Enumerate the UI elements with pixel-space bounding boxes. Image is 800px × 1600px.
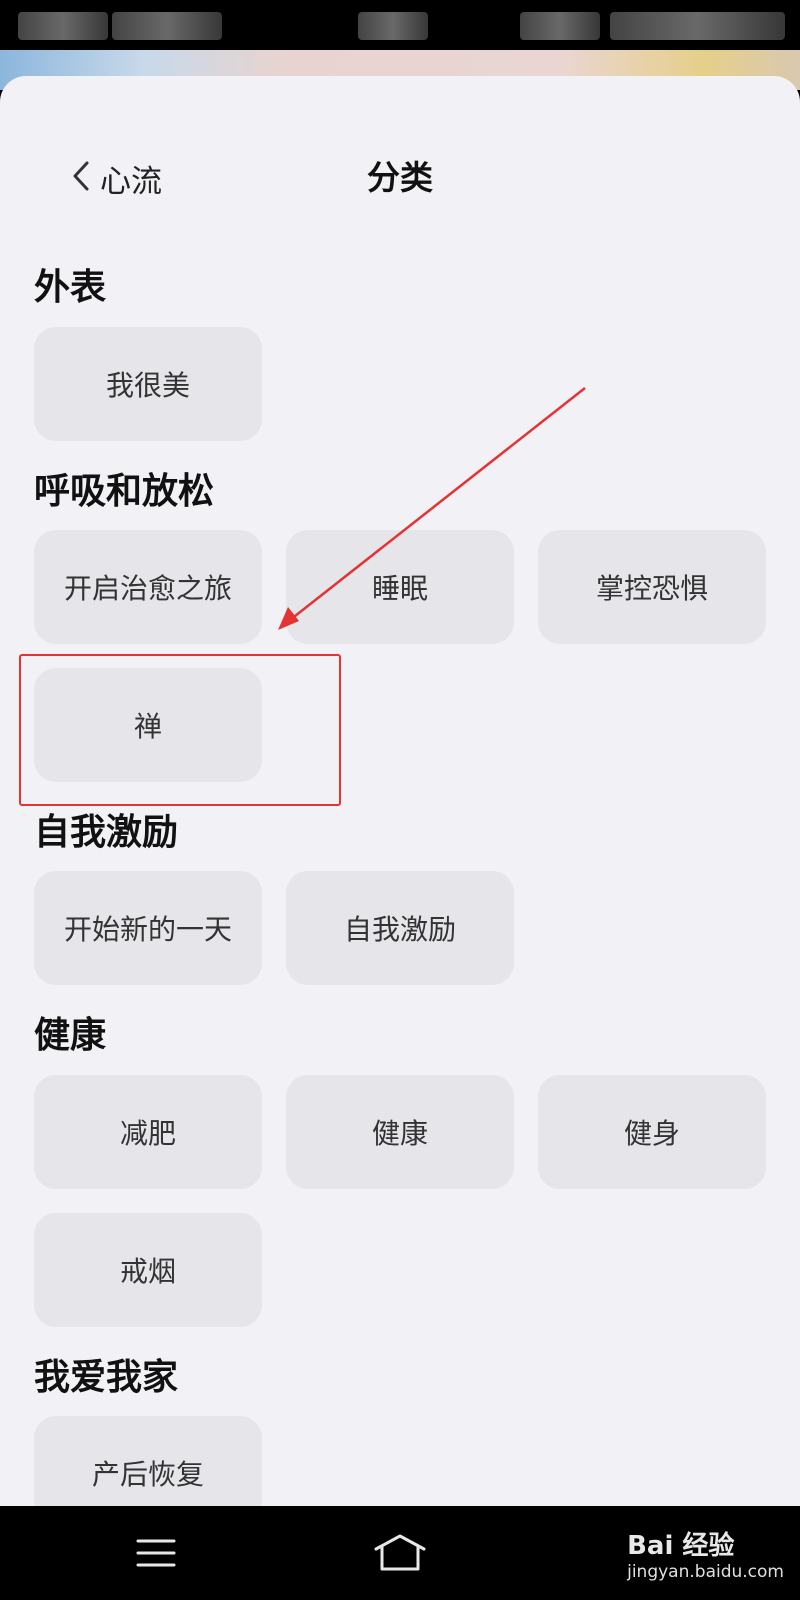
category-chip-zen[interactable]: 禅	[34, 668, 262, 782]
category-chip[interactable]: 减肥	[34, 1075, 262, 1189]
category-chip[interactable]: 自我激励	[286, 871, 514, 985]
section-title-health: 健康	[34, 1015, 107, 1056]
status-blur-right	[520, 12, 600, 40]
category-chip[interactable]: 掌控恐惧	[538, 530, 766, 644]
status-blur-left-2	[112, 12, 222, 40]
chevron-left-icon	[70, 160, 92, 196]
header: 心流 分类	[0, 148, 800, 208]
status-blur-left	[18, 12, 108, 40]
section-title-family: 我爱我家	[34, 1357, 179, 1398]
category-chip[interactable]: 戒烟	[34, 1213, 262, 1327]
category-chip[interactable]: 开始新的一天	[34, 871, 262, 985]
section-title-breathing: 呼吸和放松	[34, 471, 215, 512]
status-bar	[0, 0, 800, 56]
category-chip[interactable]: 健康	[286, 1075, 514, 1189]
section-title-appearance: 外表	[34, 267, 107, 308]
category-chip[interactable]: 开启治愈之旅	[34, 530, 262, 644]
section-title-motivation: 自我激励	[34, 812, 179, 853]
back-label: 心流	[100, 163, 162, 200]
navigation-bar	[0, 1506, 800, 1600]
menu-icon[interactable]	[126, 1526, 186, 1580]
category-chip[interactable]: 健身	[538, 1075, 766, 1189]
back-button[interactable]: 心流	[70, 148, 162, 208]
home-icon[interactable]	[370, 1526, 430, 1580]
status-blur-center	[358, 12, 428, 40]
status-blur-right-2	[610, 12, 785, 40]
category-chip[interactable]: 我很美	[34, 327, 262, 441]
category-chip[interactable]: 睡眠	[286, 530, 514, 644]
